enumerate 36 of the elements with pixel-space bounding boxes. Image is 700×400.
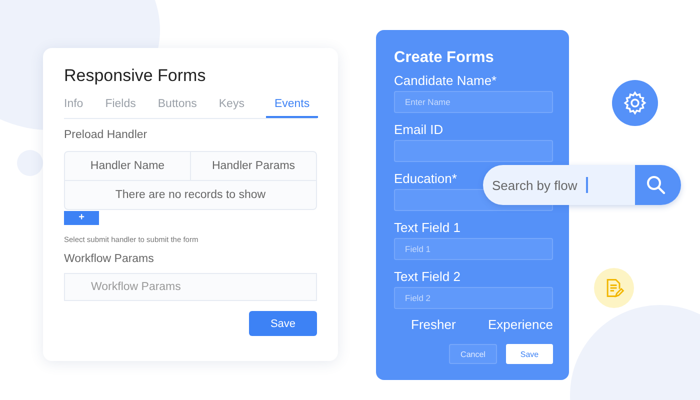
column-header: Handler Params — [190, 152, 316, 180]
tab[interactable]: Info — [64, 98, 84, 118]
input-field[interactable]: Field 1 — [394, 238, 553, 260]
search-icon — [646, 175, 666, 195]
column-header: Handler Name — [89, 159, 166, 174]
empty-message: There are no records to show — [114, 188, 267, 203]
input-field[interactable]: Enter Name — [394, 91, 553, 113]
field-label: Text Field 2 — [394, 269, 460, 284]
text-cursor — [586, 177, 588, 193]
add-button[interactable]: + — [64, 211, 99, 225]
save-button[interactable]: Save — [249, 311, 317, 336]
tab[interactable]: Buttons — [158, 98, 197, 118]
field-label: Email ID — [394, 122, 444, 137]
option-label[interactable]: Fresher — [411, 317, 456, 332]
input-field[interactable] — [394, 140, 553, 162]
tab[interactable]: Keys — [218, 98, 244, 118]
workflow-params-field[interactable]: Workflow Params — [64, 273, 317, 301]
save-button[interactable]: Save — [506, 344, 553, 364]
card-title: Responsive Forms — [64, 66, 207, 86]
form-title: Create Forms — [394, 49, 495, 67]
tab[interactable]: Events — [266, 98, 318, 118]
field-label: Workflow Params — [64, 253, 155, 265]
input-field[interactable]: Field 2 — [394, 287, 553, 309]
option-label[interactable]: Experience — [488, 317, 553, 332]
field-label: Education* — [394, 171, 457, 186]
background-circle — [17, 150, 43, 176]
section-label: Preload Handler — [64, 129, 148, 141]
cancel-button[interactable]: Cancel — [449, 344, 497, 364]
tab[interactable]: Fields — [105, 98, 136, 118]
field-label: Text Field 1 — [394, 220, 460, 235]
search-text: Search by flow — [492, 178, 578, 192]
settings-button[interactable] — [612, 80, 658, 126]
search-button[interactable] — [635, 165, 681, 205]
search-popup[interactable]: Search by flow — [483, 165, 681, 205]
settings-icon — [622, 90, 648, 116]
field-label: Candidate Name* — [394, 73, 497, 88]
